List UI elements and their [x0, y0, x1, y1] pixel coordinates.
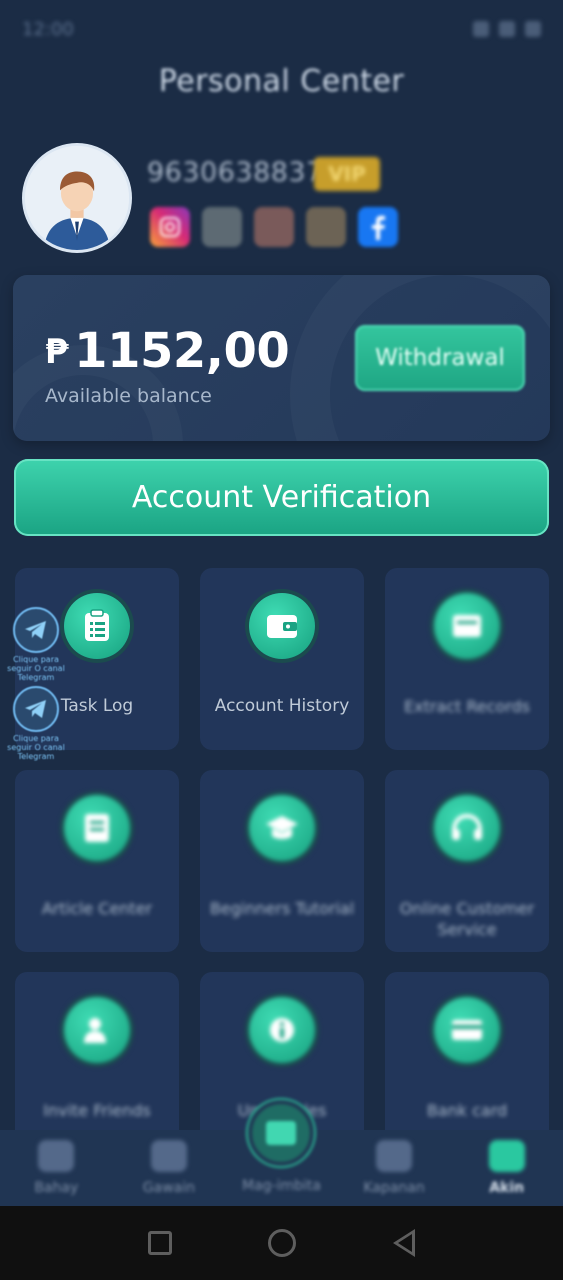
x-icon[interactable] — [202, 207, 242, 247]
tasks-icon — [150, 1140, 187, 1172]
signal-icon — [473, 21, 489, 37]
user-id: 9630638837 — [147, 157, 324, 188]
status-time: 12:00 — [22, 18, 74, 40]
recents-icon[interactable] — [148, 1231, 173, 1255]
bottom-navigation: Bahay Gawain Mag-imbita Kapanan Akin — [0, 1100, 563, 1206]
tile-online-customer-service[interactable]: Online Customer Service — [385, 770, 549, 952]
user-icon — [488, 1140, 525, 1172]
telegram-float-text: Clique para seguir O canal Telegram — [7, 734, 65, 761]
nav-item-invite[interactable]: Mag-imbita — [225, 1100, 338, 1206]
page-title: Personal Center — [158, 64, 405, 99]
nav-item-tasks[interactable]: Gawain — [113, 1130, 226, 1206]
avatar[interactable] — [22, 143, 132, 253]
balance-card: ₱ 1152,00 Available balance Withdrawal — [13, 275, 550, 441]
tile-account-history[interactable]: Account History — [200, 568, 364, 750]
nav-item-team[interactable]: Kapanan — [338, 1130, 451, 1206]
tile-label: Account History — [214, 696, 350, 716]
telegram-float-button[interactable]: Clique para seguir O canal Telegram — [4, 607, 68, 682]
balance-label: Available balance — [45, 385, 212, 407]
nav-label: Kapanan — [363, 1180, 425, 1196]
nav-label: Bahay — [34, 1180, 79, 1196]
battery-icon — [525, 21, 541, 37]
home-icon — [38, 1140, 75, 1172]
social-links — [150, 207, 398, 247]
tile-label: Online Customer Service — [399, 899, 535, 939]
tile-label: Article Center — [41, 899, 153, 918]
withdrawal-button[interactable]: Withdrawal — [355, 325, 525, 391]
nav-label: Mag-imbita — [242, 1178, 321, 1194]
social-icon-3[interactable] — [254, 207, 294, 247]
instagram-icon[interactable] — [150, 207, 190, 247]
add-user-icon — [64, 997, 130, 1063]
tile-label: Invite Friends — [43, 1101, 151, 1120]
team-icon — [376, 1140, 413, 1172]
nav-label: Akin — [489, 1180, 525, 1196]
tile-extract-records[interactable]: Extract Records — [385, 568, 549, 750]
avatar-image — [25, 146, 129, 250]
social-icon-4[interactable] — [306, 207, 346, 247]
graduation-cap-icon — [249, 795, 315, 861]
facebook-icon[interactable] — [358, 207, 398, 247]
telegram-icon — [13, 686, 59, 732]
tile-label: Beginners Tutorial — [209, 899, 355, 918]
system-navigation-bar — [0, 1206, 563, 1280]
nav-label: Gawain — [142, 1180, 195, 1196]
balance-value: 1152,00 — [74, 323, 290, 379]
telegram-float-button[interactable]: Clique para seguir O canal Telegram — [4, 686, 68, 761]
info-icon — [249, 997, 315, 1063]
tile-label: Extract Records — [403, 697, 530, 716]
tile-article-center[interactable]: Article Center — [15, 770, 179, 952]
status-bar: 12:00 — [0, 0, 563, 58]
bank-card-icon — [434, 997, 500, 1063]
invite-icon — [248, 1100, 315, 1166]
currency-symbol: ₱ — [45, 332, 69, 372]
clipboard-icon — [64, 593, 130, 659]
status-icons — [473, 21, 541, 37]
nav-item-home[interactable]: Bahay — [0, 1130, 113, 1206]
tile-label: Bank card — [426, 1101, 508, 1120]
tile-bank-card[interactable]: Bank card — [385, 972, 549, 1154]
account-verification-button[interactable]: Account Verification — [14, 459, 549, 536]
tile-beginners-tutorial[interactable]: Beginners Tutorial — [200, 770, 364, 952]
back-icon[interactable] — [392, 1229, 415, 1257]
balance-amount: ₱ 1152,00 — [45, 323, 290, 379]
home-button-icon[interactable] — [268, 1229, 297, 1257]
receipt-icon — [434, 593, 500, 659]
telegram-float-text: Clique para seguir O canal Telegram — [7, 655, 65, 682]
tile-invite-friends[interactable]: Invite Friends — [15, 972, 179, 1154]
headset-icon — [434, 795, 500, 861]
nav-item-me[interactable]: Akin — [450, 1130, 563, 1206]
article-icon — [64, 795, 130, 861]
vip-badge: VIP — [314, 157, 380, 191]
wifi-icon — [499, 21, 515, 37]
telegram-icon — [13, 607, 59, 653]
wallet-icon — [249, 593, 315, 659]
